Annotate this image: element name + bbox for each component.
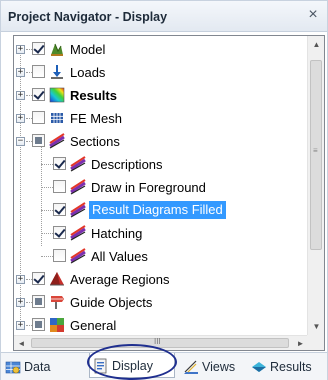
tab-label: Display [112,359,153,373]
tree-item-label: Loads [70,65,106,80]
tree-item-result-diagrams-filled[interactable]: Result Diagrams Filled [14,200,308,221]
tab-display[interactable]: Display [89,353,175,378]
general-checkbox[interactable] [32,318,45,331]
guide-objects-icon [49,294,65,310]
tree-item-label: Results [70,88,117,103]
sections-checkbox[interactable] [32,134,45,147]
horizontal-scroll-thumb[interactable]: III [31,337,289,348]
tab-results[interactable]: Results [251,357,327,377]
section-item-icon [70,156,86,172]
all-values-checkbox[interactable] [53,249,66,262]
tree-item-label: Draw in Foreground [91,180,206,195]
scroll-left-icon[interactable]: ◄ [14,336,29,350]
display-tree-view: + Model + Loads + Results + FE Mesh − Se… [13,35,325,351]
section-item-icon [70,179,86,195]
descriptions-checkbox[interactable] [53,157,66,170]
tree-connector-line [41,164,53,165]
tree: + Model + Loads + Results + FE Mesh − Se… [14,36,308,335]
tree-item-general[interactable]: + General [14,315,308,336]
model-icon [49,41,65,57]
hatching-checkbox[interactable] [53,226,66,239]
expand-icon[interactable]: + [16,68,25,77]
average-regions-checkbox[interactable] [32,272,45,285]
expand-icon[interactable]: + [16,298,25,307]
views-icon [183,359,199,375]
tree-connector-line [41,187,53,188]
expand-icon[interactable]: + [16,45,25,54]
expand-icon[interactable]: + [16,321,25,330]
display-icon [93,358,109,374]
tree-item-label: Result Diagrams Filled [89,201,226,219]
fe-mesh-icon [49,110,65,126]
tab-label: Data [24,360,51,374]
navigator-tab-bar: Data Display Views Results [1,352,327,380]
tree-item-label: Descriptions [91,157,163,172]
draw-in-foreground-checkbox[interactable] [53,180,66,193]
tree-item-label: Average Regions [70,272,170,287]
general-icon [49,317,65,333]
results-tab-icon [251,359,267,375]
data-icon [5,359,21,375]
tree-item-fe-mesh[interactable]: + FE Mesh [14,108,308,129]
scroll-up-icon[interactable]: ▲ [308,36,324,53]
average-regions-icon [49,271,65,287]
tree-connector-line [41,210,53,211]
guide-objects-checkbox[interactable] [32,295,45,308]
close-icon[interactable]: × [305,7,321,23]
project-navigator-panel: Project Navigator - Display × + Model + [0,0,328,380]
scroll-grip-icon: III [154,337,161,346]
fe-mesh-checkbox[interactable] [32,111,45,124]
tree-item-results[interactable]: + Results [14,85,308,106]
tree-item-draw-in-foreground[interactable]: Draw in Foreground [14,177,308,198]
tree-item-all-values[interactable]: All Values [14,246,308,267]
tree-item-loads[interactable]: + Loads [14,62,308,83]
tree-item-label: All Values [91,249,148,264]
expand-icon[interactable]: + [16,91,25,100]
collapse-icon[interactable]: − [16,137,25,146]
tree-item-hatching[interactable]: Hatching [14,223,308,244]
section-item-icon [70,202,86,218]
expand-icon[interactable]: + [16,275,25,284]
section-item-icon [70,248,86,264]
tree-item-label: Guide Objects [70,295,153,310]
tree-item-label: FE Mesh [70,111,123,126]
sections-icon [49,133,65,149]
expand-icon[interactable]: + [16,114,25,123]
panel-titlebar: Project Navigator - Display × [1,1,327,32]
vertical-scrollbar[interactable]: ▲ ≡ ▼ [307,36,324,335]
tree-item-guide-objects[interactable]: + Guide Objects [14,292,308,313]
tree-item-average-regions[interactable]: + Average Regions [14,269,308,290]
results-checkbox[interactable] [32,88,45,101]
loads-icon [49,64,65,80]
horizontal-scrollbar[interactable]: ◄ III ► [14,335,308,350]
tree-item-label: General [70,318,117,333]
scroll-right-icon[interactable]: ► [293,336,308,350]
scroll-grip-icon: ≡ [313,146,318,155]
scroll-down-icon[interactable]: ▼ [308,318,324,335]
tab-data[interactable]: Data [5,357,71,377]
model-checkbox[interactable] [32,42,45,55]
results-icon [49,87,65,103]
vertical-scroll-thumb[interactable]: ≡ [310,60,322,250]
result-diagrams-filled-checkbox[interactable] [53,203,66,216]
loads-checkbox[interactable] [32,65,45,78]
panel-title: Project Navigator - Display [8,10,168,24]
scrollbar-corner [307,335,324,350]
tree-item-model[interactable]: + Model [14,39,308,60]
tree-item-label: Hatching [91,226,143,241]
tree-item-label: Sections [70,134,120,149]
tree-connector-line [41,233,53,234]
tab-views[interactable]: Views [183,357,247,377]
tab-label: Views [202,360,236,374]
tab-label: Results [270,360,312,374]
tree-connector-line [41,256,53,257]
tree-item-label: Model [70,42,106,57]
tree-item-sections[interactable]: − Sections [14,131,308,152]
section-item-icon [70,225,86,241]
tree-item-descriptions[interactable]: Descriptions [14,154,308,175]
